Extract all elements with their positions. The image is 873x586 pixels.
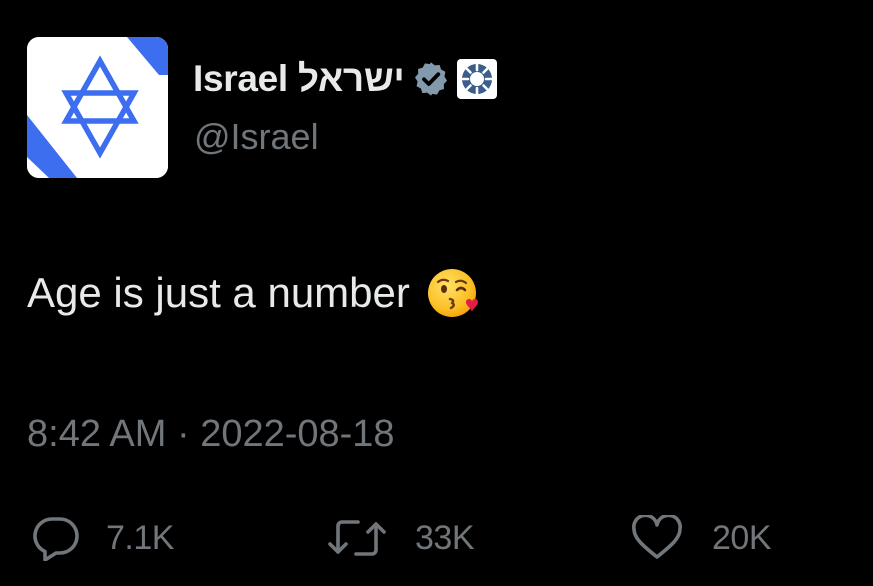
like-count: 20K xyxy=(712,518,772,557)
display-name[interactable]: Israel ישראל xyxy=(193,58,405,100)
retweet-count: 33K xyxy=(415,518,475,557)
display-name-row[interactable]: Israel ישראל xyxy=(193,56,500,102)
account-handle[interactable]: @Israel xyxy=(194,116,319,158)
reply-icon xyxy=(33,517,79,561)
tweet-timestamp[interactable]: 8:42 AM · 2022-08-18 xyxy=(27,413,395,456)
star-of-david-flag-icon xyxy=(27,37,168,178)
tweet-text: Age is just a number xyxy=(27,269,410,316)
tweet: Israel ישראל @Israel Age is just a numbe… xyxy=(0,0,873,586)
heart-icon xyxy=(632,515,682,559)
reply-count: 7.1K xyxy=(106,518,174,557)
verified-badge-icon[interactable] xyxy=(412,60,450,98)
kissing-face-emoji-icon xyxy=(426,266,480,320)
retweet-icon xyxy=(328,520,386,556)
like-button[interactable]: 20K xyxy=(630,510,772,566)
avatar[interactable] xyxy=(27,37,168,178)
government-affiliate-icon[interactable] xyxy=(454,56,500,102)
tweet-body: Age is just a number xyxy=(27,266,480,320)
retweet-button[interactable]: 33K xyxy=(327,510,475,566)
reply-button[interactable]: 7.1K xyxy=(32,510,174,566)
